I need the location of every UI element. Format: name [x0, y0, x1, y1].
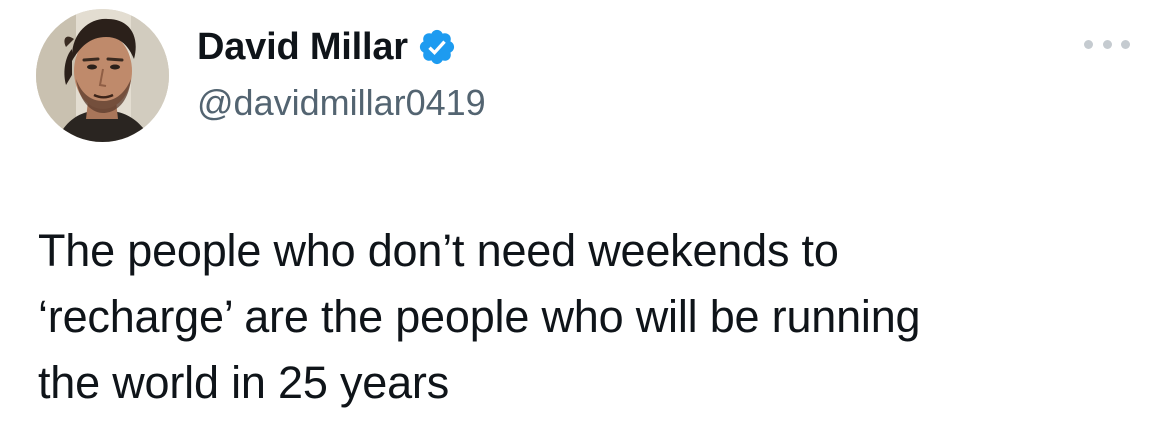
author-name-row: David Millar [197, 22, 457, 72]
display-name[interactable]: David Millar [197, 22, 408, 72]
avatar-photo [36, 9, 169, 142]
more-options-icon-dot [1102, 39, 1112, 49]
more-options-icon-dot [1121, 39, 1130, 49]
more-options-icon [1084, 39, 1093, 49]
tweet-card: David Millar @davidmillar0419 The people… [0, 0, 1170, 442]
tweet-text: The people who don’t need weekends to ‘r… [38, 225, 921, 408]
verified-badge-icon[interactable] [417, 27, 457, 67]
more-options-button[interactable] [1084, 33, 1130, 55]
author-handle[interactable]: @davidmillar0419 [197, 80, 486, 126]
avatar[interactable] [36, 9, 169, 142]
